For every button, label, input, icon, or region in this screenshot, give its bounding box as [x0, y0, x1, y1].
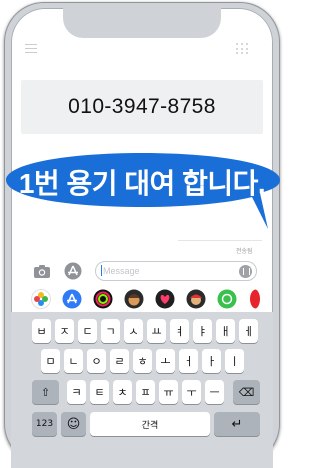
key-b[interactable]: ㅂ: [32, 319, 51, 343]
key-s[interactable]: ㅅ: [124, 319, 143, 343]
shift-key[interactable]: ⇧: [32, 380, 59, 404]
key-n[interactable]: ㄴ: [64, 349, 83, 373]
bubble-message: 1번 용기 대여 합니다.: [18, 168, 266, 199]
key-yo[interactable]: ㅛ: [147, 319, 166, 343]
key-yu[interactable]: ㅠ: [159, 380, 178, 404]
key-t[interactable]: ㅌ: [90, 380, 109, 404]
app-store-icon[interactable]: [62, 289, 82, 309]
app-store-button-icon[interactable]: [64, 262, 82, 280]
key-r[interactable]: ㄹ: [110, 349, 129, 373]
digital-touch-icon[interactable]: [155, 289, 175, 309]
delete-key[interactable]: ⌫: [233, 380, 260, 404]
text-cursor: [101, 265, 102, 276]
phone-number: 010-3947-8758: [21, 80, 263, 134]
memoji-stickers-icon[interactable]: [186, 289, 206, 309]
return-key[interactable]: ↵: [214, 412, 260, 436]
camera-icon[interactable]: [33, 262, 51, 280]
green-app-icon[interactable]: [217, 289, 237, 309]
key-h[interactable]: ㅎ: [133, 349, 152, 373]
red-app-icon[interactable]: [248, 289, 260, 309]
key-d[interactable]: ㄷ: [78, 319, 97, 343]
memoji-icon[interactable]: [124, 289, 144, 309]
voice-input-icon[interactable]: [239, 265, 252, 278]
phone-notch: [63, 8, 221, 38]
numbers-key[interactable]: 123: [32, 412, 57, 436]
app-drawer: [31, 288, 271, 310]
key-ch[interactable]: ㅊ: [113, 380, 132, 404]
emoji-key[interactable]: ☺: [61, 412, 86, 436]
key-yeo[interactable]: ㅕ: [170, 319, 189, 343]
activity-icon[interactable]: [93, 289, 113, 309]
key-ng[interactable]: ㅇ: [87, 349, 106, 373]
compose-row: Message: [33, 261, 261, 281]
key-g[interactable]: ㄱ: [101, 319, 120, 343]
key-i[interactable]: ㅣ: [225, 349, 244, 373]
key-u[interactable]: ㅜ: [182, 380, 201, 404]
key-ae[interactable]: ㅐ: [216, 319, 235, 343]
key-eo[interactable]: ㅓ: [179, 349, 198, 373]
key-j[interactable]: ㅈ: [55, 319, 74, 343]
keyboard-bottom: [11, 452, 273, 468]
key-eu[interactable]: ㅡ: [205, 380, 224, 404]
korean-keyboard: ㅂ ㅈ ㄷ ㄱ ㅅ ㅛ ㅕ ㅑ ㅐ ㅔ ㅁ ㄴ ㅇ ㄹ ㅎ ㅗ ㅓ ㅏ ㅣ ⇧ …: [11, 312, 273, 460]
message-placeholder: Message: [103, 266, 140, 276]
photos-app-icon[interactable]: [31, 289, 51, 309]
space-key[interactable]: 간격: [90, 412, 210, 436]
key-o[interactable]: ㅗ: [156, 349, 175, 373]
key-e[interactable]: ㅔ: [239, 319, 258, 343]
key-ya[interactable]: ㅑ: [193, 319, 212, 343]
grid-menu-icon[interactable]: [236, 43, 248, 55]
sent-status: 전송됨: [236, 249, 253, 255]
key-a[interactable]: ㅏ: [202, 349, 221, 373]
key-m[interactable]: ㅁ: [41, 349, 60, 373]
divider: [178, 240, 262, 241]
key-p[interactable]: ㅍ: [136, 380, 155, 404]
key-k[interactable]: ㅋ: [67, 380, 86, 404]
message-input[interactable]: Message: [95, 261, 257, 281]
menu-icon[interactable]: [25, 44, 37, 54]
